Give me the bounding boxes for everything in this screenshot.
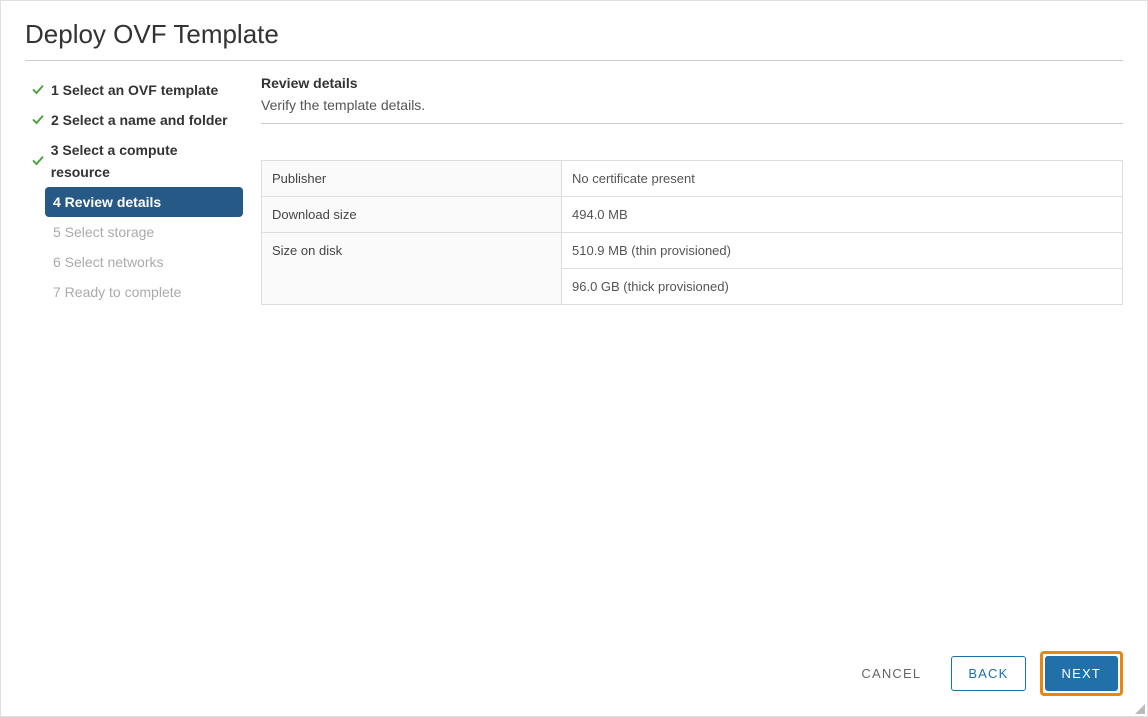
wizard-content: Review details Verify the template detai… — [261, 75, 1123, 633]
step-label: 1 Select an OVF template — [51, 79, 218, 101]
dialog-title: Deploy OVF Template — [25, 19, 1123, 61]
step-ready-to-complete: 7 Ready to complete — [45, 277, 243, 307]
check-icon — [31, 114, 45, 126]
publisher-label: Publisher — [262, 161, 562, 197]
resize-handle-icon[interactable] — [1135, 704, 1145, 714]
row-publisher: Publisher No certificate present — [262, 161, 1123, 197]
size-on-disk-label: Size on disk — [262, 233, 562, 305]
size-on-disk-thin: 510.9 MB (thin provisioned) — [562, 233, 1123, 269]
row-download-size: Download size 494.0 MB — [262, 197, 1123, 233]
back-button[interactable]: BACK — [951, 656, 1025, 691]
step-label: 2 Select a name and folder — [51, 109, 228, 131]
next-button[interactable]: NEXT — [1045, 656, 1118, 691]
check-icon — [31, 84, 45, 96]
step-select-storage: 5 Select storage — [45, 217, 243, 247]
size-on-disk-thick: 96.0 GB (thick provisioned) — [562, 269, 1123, 305]
step-label: 3 Select a compute resource — [51, 139, 237, 183]
dialog-body: 1 Select an OVF template 2 Select a name… — [25, 61, 1123, 633]
details-table: Publisher No certificate present Downloa… — [261, 160, 1123, 305]
step-label: 4 Review details — [53, 191, 161, 213]
deploy-ovf-dialog: Deploy OVF Template 1 Select an OVF temp… — [1, 1, 1147, 716]
step-label: 6 Select networks — [53, 251, 164, 273]
step-select-compute-resource[interactable]: 3 Select a compute resource — [25, 135, 243, 187]
content-title: Review details — [261, 75, 1123, 91]
content-header: Review details Verify the template detai… — [261, 75, 1123, 124]
step-select-ovf-template[interactable]: 1 Select an OVF template — [25, 75, 243, 105]
cancel-button[interactable]: CANCEL — [845, 657, 937, 690]
check-icon — [31, 155, 45, 167]
row-size-on-disk-thin: Size on disk 510.9 MB (thin provisioned) — [262, 233, 1123, 269]
download-size-value: 494.0 MB — [562, 197, 1123, 233]
wizard-footer: CANCEL BACK NEXT — [25, 633, 1123, 716]
step-label: 7 Ready to complete — [53, 281, 181, 303]
step-select-networks: 6 Select networks — [45, 247, 243, 277]
wizard-steps: 1 Select an OVF template 2 Select a name… — [25, 75, 243, 633]
download-size-label: Download size — [262, 197, 562, 233]
publisher-value: No certificate present — [562, 161, 1123, 197]
step-review-details[interactable]: 4 Review details — [45, 187, 243, 217]
step-label: 5 Select storage — [53, 221, 154, 243]
step-select-name-folder[interactable]: 2 Select a name and folder — [25, 105, 243, 135]
content-subtitle: Verify the template details. — [261, 97, 1123, 113]
next-button-highlight: NEXT — [1040, 651, 1123, 696]
